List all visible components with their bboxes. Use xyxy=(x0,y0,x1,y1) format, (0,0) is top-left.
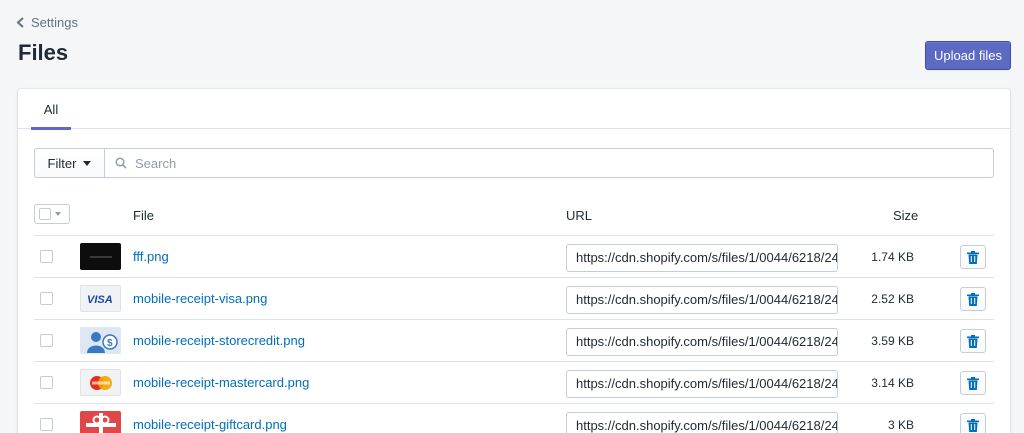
file-size: 1.74 KB xyxy=(871,250,914,264)
column-header-url: URL xyxy=(566,208,593,223)
table-row: mobile-receipt-mastercard.png https://cd… xyxy=(34,362,994,404)
trash-icon xyxy=(967,418,979,432)
filter-bar: Filter xyxy=(34,148,994,178)
visa-logo-icon: VISA xyxy=(80,285,121,312)
delete-button[interactable] xyxy=(960,371,986,395)
table-row: VISA mobile-receipt-visa.png https://cdn… xyxy=(34,278,994,320)
file-link[interactable]: fff.png xyxy=(133,249,169,264)
row-checkbox[interactable] xyxy=(40,418,53,431)
tab-all[interactable]: All xyxy=(31,89,71,130)
column-header-file: File xyxy=(133,208,154,223)
file-link[interactable]: mobile-receipt-visa.png xyxy=(133,291,267,306)
row-checkbox[interactable] xyxy=(40,334,53,347)
trash-icon xyxy=(967,376,979,390)
table-header: File URL Size xyxy=(34,202,994,236)
checkbox-icon xyxy=(39,208,51,220)
search-field[interactable] xyxy=(104,148,994,178)
table-row: fff.png https://cdn.shopify.com/s/files/… xyxy=(34,236,994,278)
trash-icon xyxy=(967,334,979,348)
delete-button[interactable] xyxy=(960,287,986,311)
search-icon xyxy=(115,157,127,169)
file-list: fff.png https://cdn.shopify.com/s/files/… xyxy=(34,236,994,433)
mastercard-logo-icon xyxy=(80,369,121,396)
delete-button[interactable] xyxy=(960,329,986,353)
column-header-size: Size xyxy=(893,208,919,223)
file-link[interactable]: mobile-receipt-giftcard.png xyxy=(133,417,287,432)
file-link[interactable]: mobile-receipt-mastercard.png xyxy=(133,375,309,390)
delete-button[interactable] xyxy=(960,413,986,433)
row-checkbox[interactable] xyxy=(40,250,53,263)
chevron-left-icon xyxy=(16,17,24,28)
trash-icon xyxy=(967,250,979,264)
url-field[interactable]: https://cdn.shopify.com/s/files/1/0044/6… xyxy=(566,286,838,314)
file-size: 3.14 KB xyxy=(871,376,914,390)
upload-files-button[interactable]: Upload files xyxy=(925,41,1011,70)
svg-text:VISA: VISA xyxy=(87,294,113,305)
file-size: 3.59 KB xyxy=(871,334,914,348)
filter-button[interactable]: Filter xyxy=(34,148,104,178)
breadcrumb[interactable]: Settings xyxy=(16,15,78,30)
tab-bar: All xyxy=(18,89,1010,130)
url-field[interactable]: https://cdn.shopify.com/s/files/1/0044/6… xyxy=(566,244,838,272)
caret-down-icon xyxy=(83,160,92,166)
breadcrumb-label: Settings xyxy=(31,15,78,30)
file-size: 2.52 KB xyxy=(871,292,914,306)
table-row: mobile-receipt-giftcard.png https://cdn.… xyxy=(34,404,994,433)
store-credit-icon: $ xyxy=(80,327,121,354)
black-thumbnail-icon xyxy=(80,243,121,270)
search-input[interactable] xyxy=(135,155,993,171)
trash-icon xyxy=(967,292,979,306)
url-field[interactable]: https://cdn.shopify.com/s/files/1/0044/6… xyxy=(566,328,838,356)
row-checkbox[interactable] xyxy=(40,376,53,389)
select-all-checkbox[interactable] xyxy=(34,204,70,224)
svg-text:$: $ xyxy=(107,338,113,349)
delete-button[interactable] xyxy=(960,245,986,269)
url-field[interactable]: https://cdn.shopify.com/s/files/1/0044/6… xyxy=(566,412,838,433)
table-row: $ mobile-receipt-storecredit.png https:/… xyxy=(34,320,994,362)
caret-down-icon xyxy=(55,212,61,216)
page-title: Files xyxy=(18,40,69,65)
file-size: 3 KB xyxy=(887,418,914,432)
file-link[interactable]: mobile-receipt-storecredit.png xyxy=(133,333,305,348)
files-card: All Filter File URL Size fff.png https:/… xyxy=(18,89,1010,433)
url-field[interactable]: https://cdn.shopify.com/s/files/1/0044/6… xyxy=(566,370,838,398)
gift-card-icon xyxy=(80,411,121,433)
row-checkbox[interactable] xyxy=(40,292,53,305)
filter-label: Filter xyxy=(47,155,77,171)
